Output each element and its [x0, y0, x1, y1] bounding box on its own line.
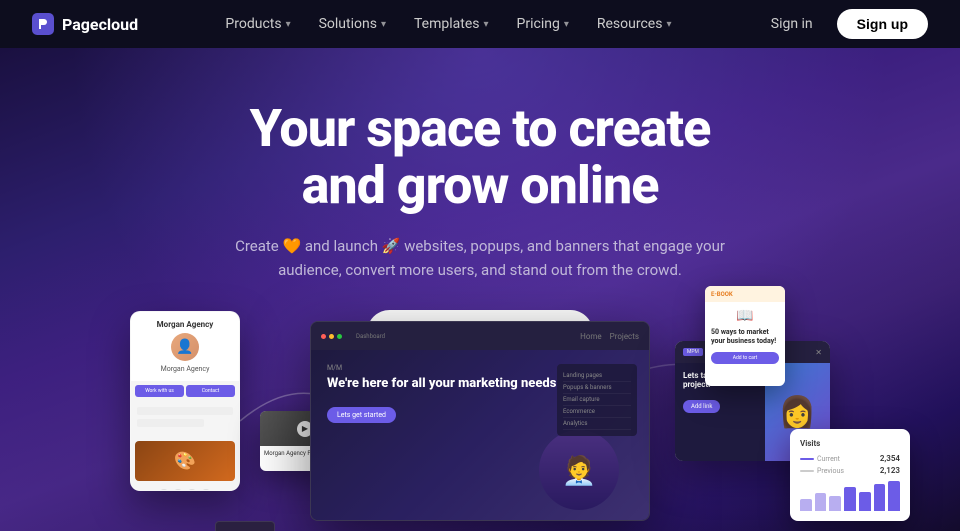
ebook-body: 📖 50 ways to market your business today!… [705, 302, 785, 370]
phone-button-row: Work with us Contact [131, 381, 239, 401]
hero-section: Your space to create and grow online Cre… [0, 48, 960, 531]
chevron-down-icon: ▾ [381, 19, 386, 30]
agency-cta-btn: Lets get started [327, 407, 396, 423]
analytics-current-row: Current 2,354 [800, 454, 900, 463]
bar-4 [844, 487, 856, 511]
phone-screen: Morgan Agency 👤 Morgan Agency Work with … [130, 311, 240, 491]
nav-item-products[interactable]: Products ▾ [213, 10, 302, 38]
hero-circle: 🧑‍💼 [539, 430, 619, 510]
phone-image-block: 🎨 [135, 441, 235, 481]
hero-subtitle: Create 🧡 and launch 🚀 websites, popups, … [220, 234, 740, 282]
main-screen-body: M/M We're here for all your marketing ne… [311, 350, 649, 520]
analytics-previous-row: Previous 2,123 [800, 466, 900, 475]
bar-3 [829, 496, 841, 511]
main-screen-header: Dashboard Home Projects [311, 322, 649, 350]
analytics-current-value: 2,354 [880, 454, 900, 463]
chevron-down-icon: ▾ [286, 19, 291, 30]
logo-icon [32, 13, 54, 35]
phone-body [131, 401, 239, 437]
ebook-icon: 📖 [711, 308, 779, 324]
phone-name: Morgan Agency [139, 365, 231, 373]
nav-links: Products ▾ Solutions ▾ Templates ▾ Prici… [213, 10, 683, 38]
phone-logo: Morgan Agency [139, 320, 231, 329]
logo-text: Pagecloud [62, 15, 138, 34]
social-icon-4 [201, 489, 211, 491]
analytics-title: Visits [800, 439, 900, 448]
signin-button[interactable]: Sign in [759, 10, 825, 38]
agency-label: M/M [327, 364, 633, 372]
phone-body-line-2 [137, 419, 204, 427]
close-icon: ✕ [815, 348, 822, 357]
hero-title: Your space to create and grow online [220, 100, 740, 214]
nav-actions: Sign in Sign up [759, 9, 928, 39]
phone-header: Morgan Agency 👤 Morgan Agency [131, 312, 239, 381]
bottom-partial-screen [215, 521, 275, 531]
main-screen: Dashboard Home Projects M/M We're here f… [310, 321, 650, 521]
bar-1 [800, 499, 812, 511]
navbar: Pagecloud Products ▾ Solutions ▾ Templat… [0, 0, 960, 48]
ebook-header: E-BOOK [705, 286, 785, 302]
popup-cta-btn: Add link [683, 400, 720, 413]
main-screen-dots [321, 334, 342, 339]
analytics-current-label: Current [800, 455, 840, 463]
phone-body-line-1 [137, 407, 233, 415]
current-line-indicator [800, 458, 814, 460]
main-screen-nav: Home Projects [580, 332, 639, 341]
chevron-down-icon: ▾ [484, 19, 489, 30]
screens-showcase: Morgan Agency 👤 Morgan Agency Work with … [20, 291, 940, 531]
bar-5 [859, 492, 871, 512]
nav-item-pricing[interactable]: Pricing ▾ [505, 10, 581, 38]
bar-7 [888, 481, 900, 511]
chevron-down-icon: ▾ [666, 19, 671, 30]
phone-btn-2: Contact [186, 385, 235, 397]
analytics-previous-value: 2,123 [880, 466, 900, 475]
analytics-card: Visits Current 2,354 Previous 2,123 [790, 429, 910, 521]
phone-social-row [131, 485, 239, 491]
bar-6 [874, 484, 886, 511]
logo[interactable]: Pagecloud [32, 13, 138, 35]
ebook-card: E-BOOK 📖 50 ways to market your business… [705, 286, 785, 386]
bar-2 [815, 493, 827, 511]
chevron-down-icon: ▾ [564, 19, 569, 30]
ebook-cta-btn: Add to cart [711, 352, 779, 364]
social-icon-1 [159, 489, 169, 491]
analytics-bar-chart [800, 481, 900, 511]
phone-btn-1: Work with us [135, 385, 184, 397]
analytics-previous-label: Previous [800, 467, 844, 475]
phone-avatar: 👤 [171, 333, 199, 361]
ebook-title: 50 ways to market your business today! [711, 328, 779, 346]
social-icon-3 [187, 489, 197, 491]
signup-button[interactable]: Sign up [837, 9, 928, 39]
nav-item-solutions[interactable]: Solutions ▾ [307, 10, 398, 38]
popup-tag: MPM [683, 348, 703, 356]
social-icon-2 [173, 489, 183, 491]
person-silhouette: 🧑‍💼 [539, 430, 619, 510]
agency-title: We're here for all your marketing needs [327, 376, 633, 392]
previous-line-indicator [800, 470, 814, 472]
ebook-tag: E-BOOK [711, 291, 733, 298]
nav-item-resources[interactable]: Resources ▾ [585, 10, 684, 38]
nav-item-templates[interactable]: Templates ▾ [402, 10, 501, 38]
